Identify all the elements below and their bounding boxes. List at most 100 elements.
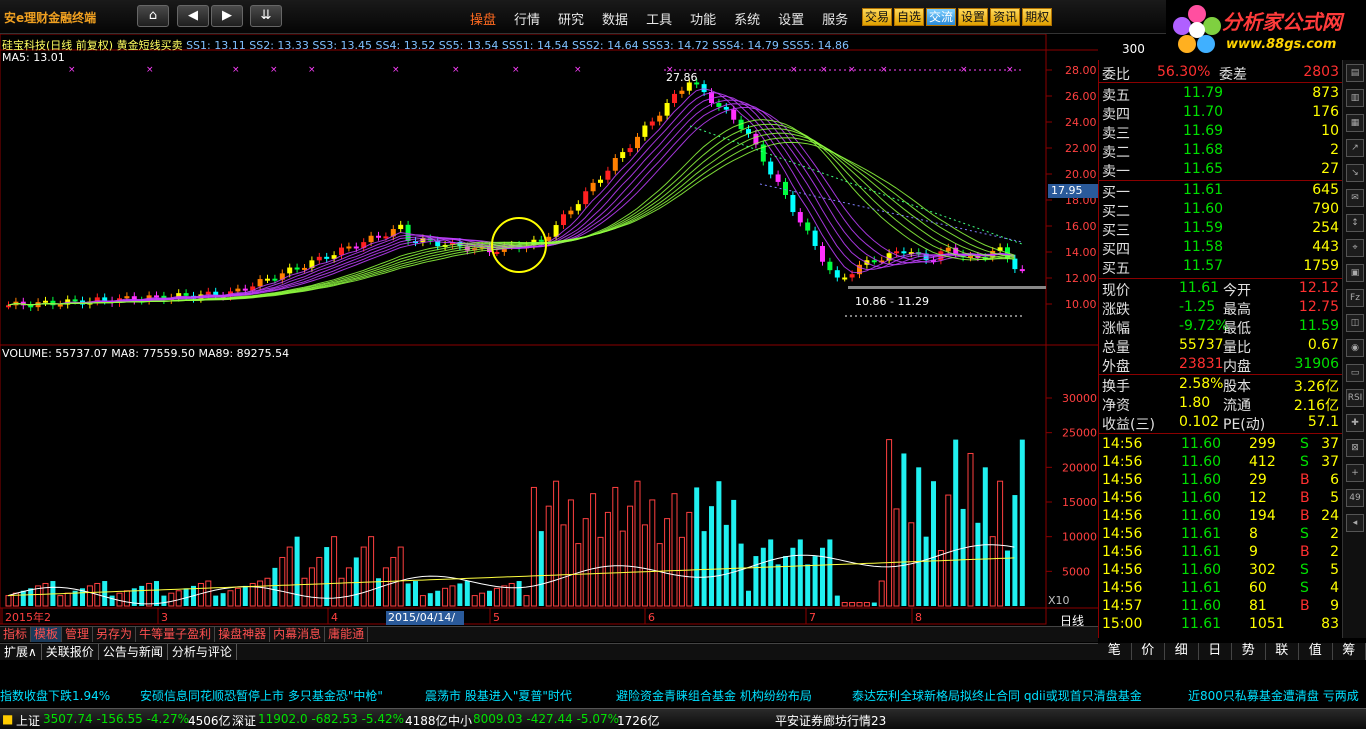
indicator-tab[interactable]: 牛等量子盈利	[136, 627, 216, 642]
indicator-tab[interactable]: 模板	[31, 627, 63, 642]
fund-row[interactable]: 换手 2.58% 股本 3.26亿	[1099, 376, 1343, 395]
ask-row[interactable]: 卖一 11.65 27	[1099, 161, 1343, 180]
tick-row[interactable]: 14:56 11.61 8 S 2	[1099, 526, 1343, 544]
indicator-tab[interactable]: 庸能通	[325, 627, 369, 642]
toolbar-icon[interactable]: ▦	[1346, 114, 1364, 132]
toolbar-icon[interactable]: ◉	[1346, 339, 1364, 357]
forward-button[interactable]: ▶	[211, 5, 243, 27]
toolbar-icon[interactable]: ▤	[1346, 64, 1364, 82]
tick-row[interactable]: 15:00 11.61 1051 83	[1099, 616, 1343, 634]
kline-chart[interactable]: 28.00 26.00 24.00 22.00 20.00 18.00 16.00 14.00…	[0, 34, 1098, 641]
menu-yanjiu[interactable]: 研究	[558, 9, 584, 28]
toolbar-icon[interactable]: +	[1346, 464, 1364, 482]
kline-svg[interactable]: 28.0026.0024.0022.0020.0018.0016.0014.00…	[0, 34, 1098, 628]
menu-shuju[interactable]: 数据	[602, 9, 628, 28]
menu-shezhi[interactable]: 设置	[778, 9, 804, 28]
sh-label[interactable]: 上证	[16, 712, 40, 729]
toolbar-icon[interactable]: ↗	[1346, 139, 1364, 157]
tick-row[interactable]: 14:56 11.61 9 B 2	[1099, 544, 1343, 562]
extension-tab[interactable]: 扩展∧	[0, 644, 42, 660]
toolbar-icon[interactable]: ⌖	[1346, 239, 1364, 257]
stat-row[interactable]: 涨跌 -1.25 最高 12.75	[1099, 299, 1343, 318]
tick-row[interactable]: 14:56 11.60 299 S 37	[1099, 436, 1343, 454]
tick-row[interactable]: 14:56 11.61 60 S 4	[1099, 580, 1343, 598]
quick-community-button[interactable]: 交流	[926, 8, 957, 26]
menu-hangqing[interactable]: 行情	[514, 9, 540, 28]
toolbar-icon[interactable]: ✚	[1346, 414, 1364, 432]
indicator-tab[interactable]: 内幕消息	[270, 627, 326, 642]
bid-row[interactable]: 买一 11.61 645	[1099, 182, 1343, 201]
ticker-item[interactable]: 指数收盘下跌1.94%	[0, 687, 110, 704]
ask-row[interactable]: 卖五 11.79 873	[1099, 85, 1343, 104]
stat-row[interactable]: 总量 55737 量比 0.67	[1099, 337, 1343, 356]
back-button[interactable]: ◀	[177, 5, 209, 27]
quote-tab[interactable]: 值	[1299, 643, 1333, 660]
tick-row[interactable]: 14:57 11.60 81 B 9	[1099, 598, 1343, 616]
tick-row[interactable]: 14:56 11.60 194 B 24	[1099, 508, 1343, 526]
indicator-tab[interactable]: 操盘神器	[215, 627, 271, 642]
quote-tab[interactable]: 细	[1165, 643, 1199, 660]
toolbar-icon[interactable]: Fz	[1346, 289, 1364, 307]
toolbar-icon[interactable]: ▣	[1346, 264, 1364, 282]
weibi-row[interactable]: 委比 56.30% 委差 2803	[1099, 64, 1343, 83]
quick-settings-button[interactable]: 设置	[958, 8, 989, 26]
extension-tab[interactable]: 关联报价	[42, 644, 99, 660]
bid-row[interactable]: 买五 11.57 1759	[1099, 258, 1343, 277]
ticker-item[interactable]: 近800只私募基金遭清盘 亏两成	[1188, 687, 1359, 704]
toolbar-icon[interactable]: ↘	[1346, 164, 1364, 182]
quote-tab[interactable]: 笔	[1098, 643, 1132, 660]
tick-row[interactable]: 14:56 11.60 12 B 5	[1099, 490, 1343, 508]
quote-tab[interactable]: 日	[1199, 643, 1232, 660]
quote-tab[interactable]: 联	[1266, 643, 1299, 660]
extension-tab[interactable]: 分析与评论	[168, 644, 237, 660]
menu-gongneng[interactable]: 功能	[690, 9, 716, 28]
quick-options-button[interactable]: 期权	[1022, 8, 1053, 26]
quote-tab[interactable]: 价	[1132, 643, 1165, 660]
stat-row[interactable]: 现价 11.61 今开 12.12	[1099, 280, 1343, 299]
ticker-item[interactable]: 避险资金青睐组合基金 机构纷纷布局	[616, 687, 812, 704]
menu-caopan[interactable]: 操盘	[470, 9, 496, 28]
menu-fuwu[interactable]: 服务	[822, 9, 848, 28]
home-button[interactable]: ⌂	[137, 5, 169, 27]
quick-trade-button[interactable]: 交易	[862, 8, 893, 26]
bid-row[interactable]: 买二 11.60 790	[1099, 201, 1343, 220]
ask-row[interactable]: 卖二 11.68 2	[1099, 142, 1343, 161]
fund-row[interactable]: 收益(三) 0.102 PE(动) 57.1	[1099, 414, 1343, 433]
zx-label[interactable]: 中小	[448, 712, 472, 729]
toolbar-icon[interactable]: ◫	[1346, 314, 1364, 332]
ticker-item[interactable]: 震荡市 股基进入"夏普"时代	[425, 687, 572, 704]
menu-xitong[interactable]: 系统	[734, 9, 760, 28]
toolbar-icon[interactable]: ◂	[1346, 514, 1364, 532]
quick-news-button[interactable]: 资讯	[990, 8, 1021, 26]
tick-row[interactable]: 14:56 11.60 412 S 37	[1099, 454, 1343, 472]
bid-row[interactable]: 买四 11.58 443	[1099, 239, 1343, 258]
fund-row[interactable]: 净资 1.80 流通 2.16亿	[1099, 395, 1343, 414]
toolbar-icon[interactable]: 49	[1346, 489, 1364, 507]
toolbar-icon[interactable]: ▭	[1346, 364, 1364, 382]
collapse-button[interactable]: ⇊	[250, 5, 282, 27]
bid-row[interactable]: 买三 11.59 254	[1099, 220, 1343, 239]
toolbar-icon[interactable]: ▥	[1346, 89, 1364, 107]
tick-row[interactable]: 14:56 11.60 302 S 5	[1099, 562, 1343, 580]
sz-label[interactable]: 深证	[232, 712, 256, 729]
tick-row[interactable]: 14:56 11.60 29 B 6	[1099, 472, 1343, 490]
ticker-item[interactable]: 安硕信息同花顺恐暂停上市 多只基金恐"中枪"	[140, 687, 383, 704]
toolbar-icon[interactable]: ✉	[1346, 189, 1364, 207]
toolbar-icon[interactable]: RSI	[1346, 389, 1364, 407]
quote-tab[interactable]: 筹	[1333, 643, 1366, 660]
extension-tab[interactable]: 公告与新闻	[99, 644, 168, 660]
toolbar-icon[interactable]: ⊠	[1346, 439, 1364, 457]
quick-watchlist-button[interactable]: 自选	[894, 8, 925, 26]
indicator-tab[interactable]: 另存为	[93, 627, 137, 642]
stat-row[interactable]: 涨幅 -9.72% 最低 11.59	[1099, 318, 1343, 337]
candle-body	[242, 288, 248, 291]
ask-row[interactable]: 卖三 11.69 10	[1099, 123, 1343, 142]
indicator-tab[interactable]: 管理	[62, 627, 94, 642]
menu-gongju[interactable]: 工具	[646, 9, 672, 28]
ask-row[interactable]: 卖四 11.70 176	[1099, 104, 1343, 123]
quote-tab[interactable]: 势	[1232, 643, 1266, 660]
stat-row[interactable]: 外盘 23831 内盘 31906	[1099, 356, 1343, 375]
ticker-item[interactable]: 泰达宏利全球新格局拟终止合同 qdii或现首只清盘基金	[852, 687, 1142, 704]
toolbar-icon[interactable]: ↕	[1346, 214, 1364, 232]
indicator-tab[interactable]: 指标	[0, 627, 32, 642]
